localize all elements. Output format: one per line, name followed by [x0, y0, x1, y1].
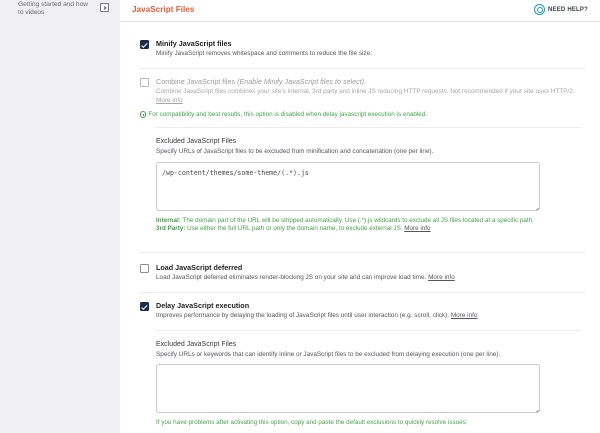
option-minify-js: Minify JavaScript files Minify JavaScrip…	[140, 39, 590, 61]
divider	[156, 127, 581, 128]
option-delay-js-execution: Delay JavaScript execution Improves perf…	[140, 301, 590, 323]
compatibility-notice: For compatibility and best results, this…	[140, 111, 427, 118]
divider	[140, 68, 585, 69]
option-title-hint: (Enable Minify JavaScript files to selec…	[237, 77, 365, 86]
resize-handle[interactable]	[533, 406, 538, 411]
internal-label: Internal:	[156, 217, 181, 224]
sidebar: Getting started and how to videos	[0, 0, 118, 433]
option-title: Minify JavaScript files	[156, 39, 232, 48]
section-title: JavaScript Files	[132, 5, 195, 14]
need-help-label: NEED HELP?	[547, 6, 588, 13]
option-description: Combine JavaScript files combines your s…	[156, 88, 575, 104]
excluded-js-files-minify: Excluded JavaScript Files Specify URLs o…	[156, 138, 576, 218]
third-party-label: 3rd Party:	[156, 225, 186, 233]
option-title: Delay JavaScript execution	[156, 301, 250, 310]
exclusion-notes: Internal: The domain part of the URL wil…	[156, 217, 546, 234]
option-description: Load JavaScript deferred eliminates rend…	[156, 274, 455, 281]
section-header: JavaScript Files NEED HELP?	[120, 0, 600, 22]
option-combine-js: Combine JavaScript files (Enable Minify …	[140, 77, 590, 109]
option-description: Improves performance by delaying the loa…	[156, 312, 478, 319]
option-title: Combine JavaScript files (Enable Minify …	[156, 77, 365, 86]
more-info-link[interactable]: More info	[404, 225, 430, 232]
lifebuoy-icon	[533, 4, 545, 15]
textarea-value: /wp-content/themes/some-theme/(.*).js	[162, 169, 309, 177]
minify-js-checkbox[interactable]	[140, 40, 149, 49]
settings-panel: JavaScript Files NEED HELP? Minify JavaS…	[120, 0, 600, 433]
option-load-js-deferred: Load JavaScript deferred Load JavaScript…	[140, 263, 590, 285]
more-info-link[interactable]: More info	[156, 97, 183, 104]
sidebar-item-getting-started[interactable]: Getting started and how to videos	[18, 1, 114, 17]
field-description: Specify URLs of JavaScript files to be e…	[156, 148, 434, 155]
load-js-deferred-checkbox[interactable]	[140, 264, 149, 273]
divider	[156, 330, 581, 331]
excluded-js-files-delay: Excluded JavaScript Files Specify URLs o…	[156, 341, 576, 421]
third-party-text: Use either the full URL path or only the…	[187, 225, 403, 233]
option-title: Load JavaScript deferred	[156, 263, 243, 272]
field-description: Specify URLs or keywords that can identi…	[156, 351, 501, 358]
need-help-button[interactable]: NEED HELP?	[533, 4, 588, 15]
default-exclusions-note: If you have problems after activating th…	[156, 419, 468, 426]
option-description: Minify JavaScript removes whitespace and…	[156, 50, 372, 57]
info-icon	[140, 111, 147, 118]
excluded-js-minify-textarea[interactable]: /wp-content/themes/some-theme/(.*).js	[156, 162, 540, 211]
sidebar-item-label: Getting started and how to videos	[18, 1, 89, 16]
notice-text: For compatibility and best results, this…	[148, 111, 428, 118]
delay-js-execution-checkbox[interactable]	[140, 302, 149, 311]
more-info-link[interactable]: More info	[428, 274, 455, 281]
play-video-icon	[100, 3, 109, 12]
combine-js-checkbox[interactable]	[140, 78, 149, 87]
field-title: Excluded JavaScript Files	[156, 341, 237, 348]
resize-handle[interactable]	[533, 204, 538, 209]
divider	[140, 292, 585, 293]
divider	[140, 252, 585, 253]
excluded-js-delay-textarea[interactable]	[156, 364, 540, 413]
internal-text: The domain part of the URL will be strip…	[182, 217, 534, 224]
more-info-link[interactable]: More info	[451, 312, 478, 319]
field-title: Excluded JavaScript Files	[156, 138, 237, 145]
